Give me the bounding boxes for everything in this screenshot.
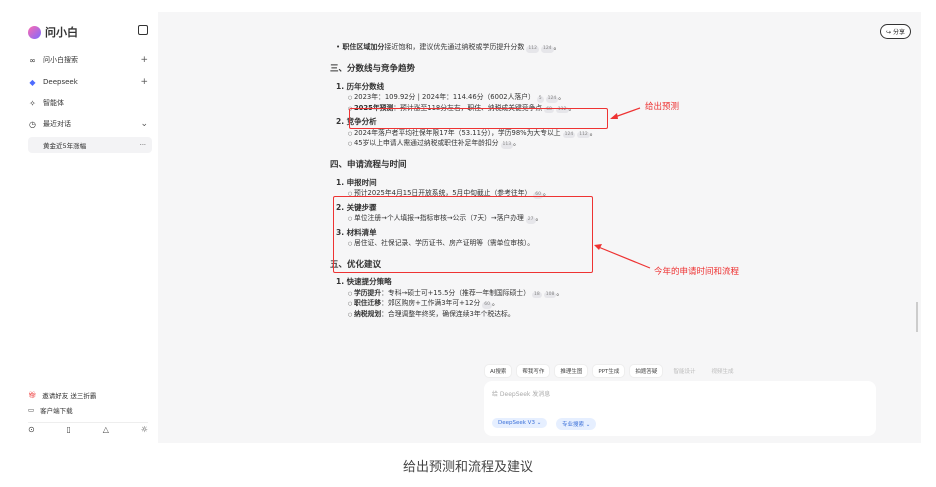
- annotation-process: 今年的申请时间和流程: [654, 267, 740, 277]
- arrowhead: [610, 113, 618, 119]
- image-caption: 给出预测和流程及建议: [402, 460, 533, 475]
- annotation-prediction: 给出预测: [645, 102, 680, 112]
- annotation-arrows: [594, 107, 651, 269]
- arrow-process: [595, 245, 651, 269]
- arrowhead: [594, 244, 602, 250]
